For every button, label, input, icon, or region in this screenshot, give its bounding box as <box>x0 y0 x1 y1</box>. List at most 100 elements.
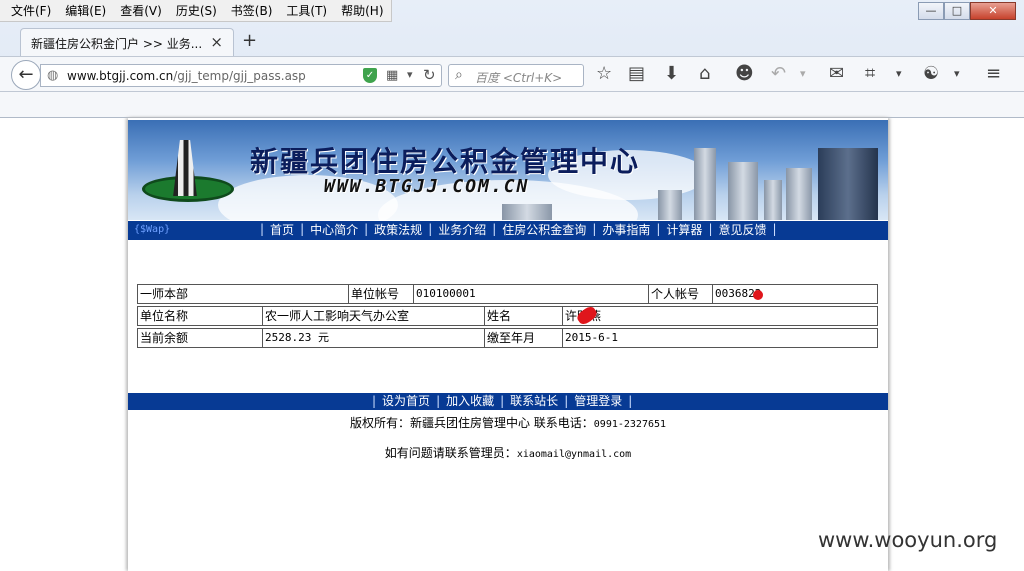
reading-list-icon[interactable]: ▤ <box>628 63 645 85</box>
browser-chrome: 文件(F) 编辑(E) 查看(V) 历史(S) 书签(B) 工具(T) 帮助(H… <box>0 0 1024 118</box>
shield-icon[interactable]: ✓ <box>363 68 377 83</box>
menu-help[interactable]: 帮助(H) <box>334 0 390 22</box>
back-button[interactable]: ← <box>11 60 41 90</box>
close-window-button[interactable]: ✕ <box>970 2 1016 20</box>
main-nav: {$Wap} | 首页 | 中心简介 | 政策法规 | 业务介绍 | 住房公积金… <box>128 221 888 240</box>
paid-until-value: 2015-6-1 <box>565 331 618 344</box>
table-row: 当前余额 2528.23 元 缴至年月 2015-6-1 <box>137 328 878 348</box>
chat-icon[interactable]: ✉ <box>829 63 844 85</box>
nav-business[interactable]: 业务介绍 <box>432 222 492 239</box>
copyright-prefix: 版权所有：新疆兵团住房管理中心 联系电话： <box>349 416 594 430</box>
menu-history[interactable]: 历史(S) <box>169 0 224 22</box>
contact-text: 如有问题请联系管理员：xiaomail@ynmail.com <box>128 444 888 461</box>
tab-title: 新疆住房公积金门户 >> 业务... <box>31 37 203 51</box>
smiley-icon[interactable]: ☻ <box>735 63 754 85</box>
menu-file[interactable]: 文件(F) <box>4 0 58 22</box>
contact-webmaster-link[interactable]: 联系站长 <box>504 393 564 410</box>
watermark-text: www.wooyun.org <box>818 528 998 552</box>
new-tab-button[interactable]: + <box>242 30 257 51</box>
search-box[interactable]: ⌕ 百度 <Ctrl+K> <box>448 64 584 87</box>
home-icon[interactable]: ⌂ <box>699 63 710 85</box>
balance-label: 当前余额 <box>138 329 263 347</box>
balance-value: 2528.23 元 <box>263 329 485 347</box>
url-text[interactable]: www.btgjj.com.cn/gjj_temp/gjj_pass.asp <box>67 69 306 83</box>
nav-home[interactable]: 首页 <box>264 222 300 239</box>
menu-view[interactable]: 查看(V) <box>113 0 169 22</box>
nav-calculator[interactable]: 计算器 <box>660 222 708 239</box>
building-decoration <box>658 190 682 220</box>
table-row: 单位名称 农一师人工影响天气办公室 姓名 许明燕 <box>137 306 878 326</box>
star-icon[interactable]: ☆ <box>596 63 612 85</box>
url-host: www.btgjj.com.cn <box>67 69 174 83</box>
menu-bar: 文件(F) 编辑(E) 查看(V) 历史(S) 书签(B) 工具(T) 帮助(H… <box>0 0 392 22</box>
search-icon: ⌕ <box>455 67 463 83</box>
set-homepage-link[interactable]: 设为首页 <box>376 393 436 410</box>
building-decoration <box>694 148 716 220</box>
window-controls: — □ ✕ <box>918 2 1016 20</box>
url-path: /gjj_temp/gjj_pass.asp <box>173 69 306 83</box>
navigation-toolbar: ◍ www.btgjj.com.cn/gjj_temp/gjj_pass.asp… <box>0 56 1024 92</box>
nav-about[interactable]: 中心简介 <box>304 222 364 239</box>
maximize-button[interactable]: □ <box>944 2 970 20</box>
menu-bookmarks[interactable]: 书签(B) <box>224 0 280 22</box>
building-decoration <box>502 204 552 220</box>
footer-links: | 设为首页 | 加入收藏 | 联系站长 | 管理登录 | <box>372 393 632 410</box>
copyright-text: 版权所有：新疆兵团住房管理中心 联系电话：0991-2327651 <box>128 414 888 431</box>
url-bar[interactable]: ◍ www.btgjj.com.cn/gjj_temp/gjj_pass.asp… <box>40 64 442 87</box>
account-info-table: 一师本部 单位帐号 010100001 个人帐号 0036822 单位名称 农一… <box>137 284 878 350</box>
building-decoration <box>786 168 812 220</box>
search-placeholder: 百度 <Ctrl+K> <box>475 71 563 85</box>
undo-icon[interactable]: ↶ <box>771 63 786 85</box>
chevron-down-icon[interactable]: ▾ <box>407 68 413 81</box>
bookmark-bar <box>0 92 1024 118</box>
minimize-button[interactable]: — <box>918 2 944 20</box>
page-viewport: 新疆兵团住房公积金管理中心 WWW.BTGJJ.COM.CN {$Wap} | … <box>0 118 1024 571</box>
unit-acct-value: 010100001 <box>414 285 649 303</box>
tab-close-icon[interactable]: × <box>210 33 223 51</box>
email-link[interactable]: xiaomail@ynmail.com <box>517 449 631 460</box>
name-value: 许明燕 <box>563 307 877 325</box>
unit-name-value: 农一师人工影响天气办公室 <box>263 307 485 325</box>
page-container: 新疆兵团住房公积金管理中心 WWW.BTGJJ.COM.CN {$Wap} | … <box>128 118 888 571</box>
extension-icon[interactable]: ☯ <box>923 63 939 85</box>
site-url-text: WWW.BTGJJ.COM.CN <box>324 176 530 197</box>
site-banner: 新疆兵团住房公积金管理中心 WWW.BTGJJ.COM.CN <box>128 120 888 220</box>
paid-until-label: 缴至年月 <box>485 329 563 347</box>
nav-links: | 首页 | 中心简介 | 政策法规 | 业务介绍 | 住房公积金查询 | 办事… <box>260 222 777 239</box>
building-decoration <box>818 148 878 220</box>
personal-acct-value: 0036822 <box>713 285 877 303</box>
redaction-mark <box>753 290 763 300</box>
add-favorite-link[interactable]: 加入收藏 <box>440 393 500 410</box>
tab-active[interactable]: 新疆住房公积金门户 >> 业务... × <box>20 28 234 56</box>
site-title: 新疆兵团住房公积金管理中心 <box>250 145 641 178</box>
dept-cell: 一师本部 <box>138 285 349 303</box>
personal-acct-label: 个人帐号 <box>649 285 713 303</box>
crop-dropdown-icon[interactable]: ▾ <box>896 63 902 85</box>
menu-tools[interactable]: 工具(T) <box>279 0 334 22</box>
contact-prefix: 如有问题请联系管理员： <box>384 446 517 460</box>
crop-icon[interactable]: ⌗ <box>865 63 875 85</box>
phone-number: 0991-2327651 <box>593 419 667 430</box>
undo-dropdown-icon[interactable]: ▾ <box>800 63 806 85</box>
nav-policy[interactable]: 政策法规 <box>368 222 428 239</box>
nav-feedback[interactable]: 意见反馈 <box>712 222 772 239</box>
admin-login-link[interactable]: 管理登录 <box>568 393 628 410</box>
nav-separator: | <box>772 222 777 236</box>
download-icon[interactable]: ⬇ <box>664 63 679 85</box>
qr-code-icon[interactable]: ▦ <box>386 68 398 83</box>
menu-icon[interactable]: ≡ <box>986 63 1001 85</box>
tab-strip: 新疆住房公积金门户 >> 业务... × + <box>0 26 1024 56</box>
globe-icon: ◍ <box>47 68 59 83</box>
unit-acct-label: 单位帐号 <box>349 285 414 303</box>
name-label: 姓名 <box>485 307 563 325</box>
back-arrow-icon: ← <box>18 64 34 85</box>
menu-edit[interactable]: 编辑(E) <box>58 0 113 22</box>
extension-dropdown-icon[interactable]: ▾ <box>954 63 960 85</box>
building-decoration <box>764 180 782 220</box>
footer-separator: | <box>628 394 633 408</box>
reload-icon[interactable]: ↻ <box>423 66 436 84</box>
unit-name-label: 单位名称 <box>138 307 263 325</box>
nav-fund-query[interactable]: 住房公积金查询 <box>496 222 592 239</box>
table-row: 一师本部 单位帐号 010100001 个人帐号 0036822 <box>137 284 878 304</box>
nav-guide[interactable]: 办事指南 <box>596 222 656 239</box>
